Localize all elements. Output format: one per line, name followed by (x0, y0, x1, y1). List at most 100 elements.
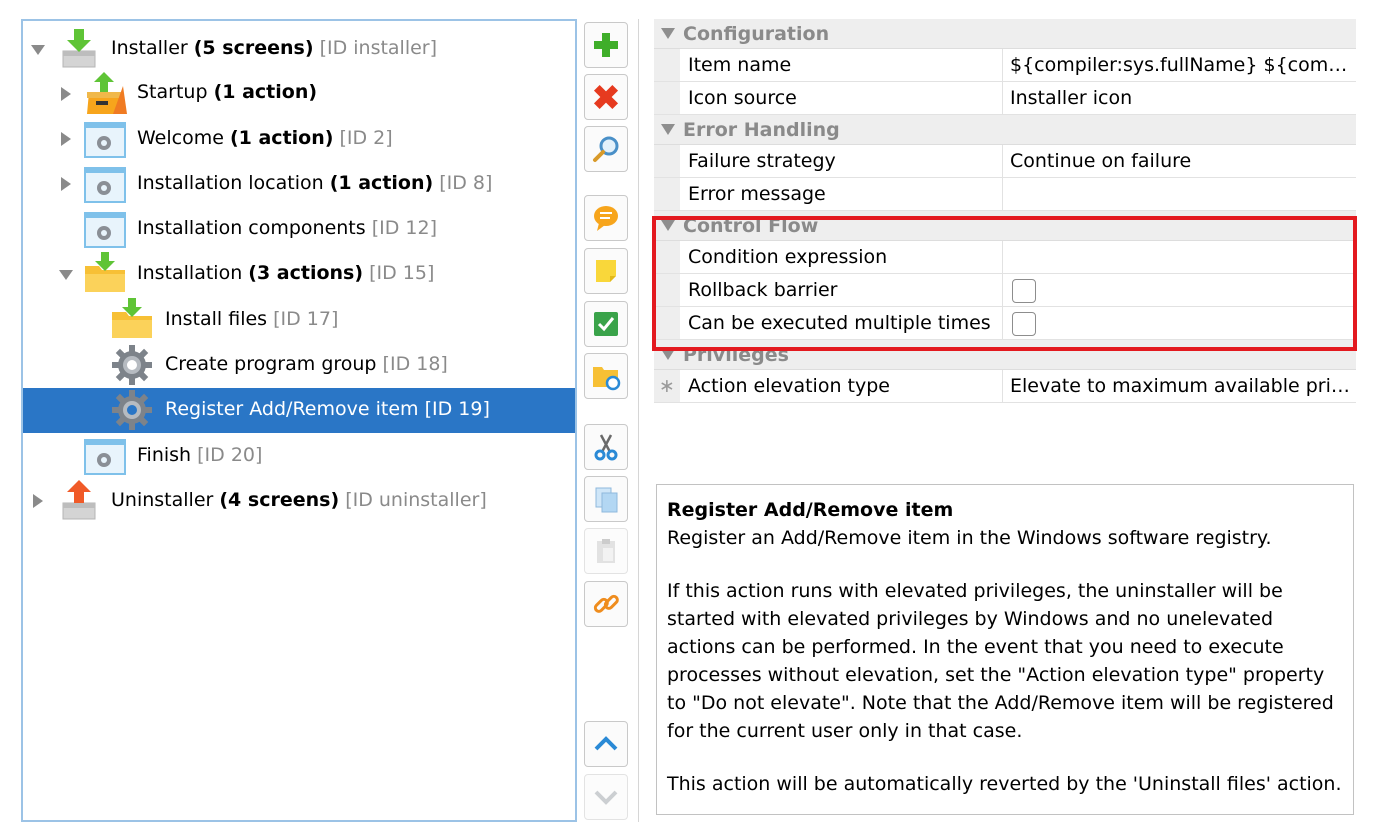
screen-gear-icon (84, 167, 126, 203)
expand-toggle[interactable] (31, 494, 45, 508)
move-down-icon (594, 790, 618, 805)
multiple-times-checkbox[interactable] (1012, 312, 1036, 336)
property-icon-source[interactable]: Icon source Installer icon (654, 82, 1356, 115)
tree-item-label: Installation location (137, 172, 324, 194)
collapse-arrow-icon[interactable] (661, 349, 675, 360)
tree-item-installation-location[interactable]: Installation location (1 action) [ID 8] (23, 162, 575, 207)
property-label: Action elevation type (688, 375, 890, 397)
tree-item-create-program-group[interactable]: Create program group [ID 18] (23, 343, 575, 388)
property-value[interactable]: Continue on failure (1010, 150, 1352, 172)
tree-item-detail: (4 screens) (219, 489, 340, 511)
property-value[interactable]: ${compiler:sys.fullName} ${compiler:sys.… (1010, 54, 1352, 76)
description-summary: Register an Add/Remove item in the Windo… (667, 527, 1272, 549)
search-button[interactable] (584, 126, 628, 172)
add-button[interactable] (584, 22, 628, 68)
move-up-icon (594, 736, 618, 751)
tree-item-welcome[interactable]: Welcome (1 action) [ID 2] (23, 117, 575, 162)
comment-icon (594, 206, 618, 231)
gear-icon (112, 390, 152, 430)
tree-item-install-files[interactable]: Install files [ID 17] (23, 298, 575, 343)
property-label: Item name (688, 54, 792, 76)
move-down-button[interactable] (584, 774, 628, 820)
tree-item-register-add-remove[interactable]: Register Add/Remove item [ID 19] (23, 388, 575, 433)
folder-sync-icon (593, 367, 621, 391)
category-control-flow[interactable]: Control Flow (654, 211, 1356, 241)
delete-icon (593, 84, 619, 110)
tree-item-id: [ID 19] (424, 398, 490, 420)
collapse-toggle[interactable] (59, 268, 73, 282)
tree-item-id: [ID 17] (273, 308, 339, 330)
tree-item-detail: (5 screens) (193, 37, 314, 59)
property-multiple-times[interactable]: Can be executed multiple times (654, 307, 1356, 340)
asterisk-icon: ∗ (654, 370, 680, 402)
property-label: Failure strategy (688, 150, 836, 172)
tree-item-label: Uninstaller (111, 489, 214, 511)
panel-divider[interactable] (638, 19, 639, 822)
expand-toggle[interactable] (59, 132, 73, 146)
tree-item-uninstaller[interactable]: Uninstaller (4 screens) [ID uninstaller] (23, 479, 575, 524)
tree-item-installer[interactable]: Installer (5 screens) [ID installer] (23, 27, 575, 72)
tree-item-detail: (3 actions) (248, 262, 364, 284)
description-revert-note: This action will be automatically revert… (667, 773, 1342, 795)
category-error-handling[interactable]: Error Handling (654, 115, 1356, 145)
collapse-toggle[interactable] (31, 43, 45, 57)
tree-item-label: Finish (137, 444, 192, 466)
tree-item-label: Installer (111, 37, 188, 59)
tree-item-id: [ID 12] (371, 217, 437, 239)
tree-item-detail: (1 action) (329, 172, 434, 194)
property-label: Condition expression (688, 246, 888, 268)
collapse-arrow-icon[interactable] (661, 124, 675, 135)
check-button[interactable] (584, 301, 628, 347)
description-details: If this action runs with elevated privil… (667, 580, 1334, 742)
paste-button[interactable] (584, 528, 628, 574)
link-button[interactable] (584, 581, 628, 627)
tree-item-label: Create program group (165, 353, 377, 375)
category-title: Configuration (683, 23, 830, 45)
add-icon (594, 33, 618, 57)
property-label: Rollback barrier (688, 279, 838, 301)
property-item-name[interactable]: Item name ${compiler:sys.fullName} ${com… (654, 49, 1356, 82)
property-condition-expression[interactable]: Condition expression (654, 241, 1356, 274)
note-button[interactable] (584, 248, 628, 294)
category-privileges[interactable]: Privileges (654, 340, 1356, 370)
tree-item-detail: (1 action) (229, 127, 334, 149)
category-title: Error Handling (683, 119, 840, 141)
property-failure-strategy[interactable]: Failure strategy Continue on failure (654, 145, 1356, 178)
search-icon (593, 136, 619, 162)
move-up-button[interactable] (584, 721, 628, 767)
tree-item-installation-components[interactable]: Installation components [ID 12] (23, 207, 575, 252)
cut-icon (594, 434, 618, 461)
cut-button[interactable] (584, 424, 628, 470)
paste-icon (597, 539, 615, 563)
copy-button[interactable] (584, 476, 628, 522)
property-action-elevation-type[interactable]: ∗ Action elevation type Elevate to maxim… (654, 370, 1356, 403)
folder-download-icon (85, 252, 125, 292)
installer-tree[interactable]: Installer (5 screens) [ID installer] Sta… (21, 19, 577, 822)
property-error-message[interactable]: Error message (654, 178, 1356, 211)
description-panel: Register Add/Remove item Register an Add… (656, 484, 1354, 815)
link-icon (593, 594, 619, 613)
tree-item-label: Installation (137, 262, 243, 284)
collapse-arrow-icon[interactable] (661, 220, 675, 231)
collapse-arrow-icon[interactable] (661, 28, 675, 39)
category-configuration[interactable]: Configuration (654, 19, 1356, 49)
property-rollback-barrier[interactable]: Rollback barrier (654, 274, 1356, 307)
folder-sync-button[interactable] (584, 353, 628, 399)
expand-toggle[interactable] (59, 177, 73, 191)
tree-item-installation[interactable]: Installation (3 actions) [ID 15] (23, 252, 575, 297)
property-label: Icon source (688, 87, 797, 109)
screen-gear-icon (84, 439, 126, 475)
comment-button[interactable] (584, 195, 628, 241)
property-value[interactable]: Installer icon (1010, 87, 1352, 109)
category-title: Privileges (683, 344, 789, 366)
tree-item-id: [ID 8] (439, 172, 493, 194)
delete-button[interactable] (584, 74, 628, 120)
screen-gear-icon (84, 212, 126, 248)
tree-item-label: Startup (137, 81, 208, 103)
tree-item-startup[interactable]: Startup (1 action) (23, 72, 575, 117)
tree-item-finish[interactable]: Finish [ID 20] (23, 434, 575, 479)
tree-item-id: [ID installer] (319, 37, 438, 59)
property-value[interactable]: Elevate to maximum available privileges (1010, 375, 1352, 397)
expand-toggle[interactable] (59, 87, 73, 101)
rollback-barrier-checkbox[interactable] (1012, 279, 1036, 303)
